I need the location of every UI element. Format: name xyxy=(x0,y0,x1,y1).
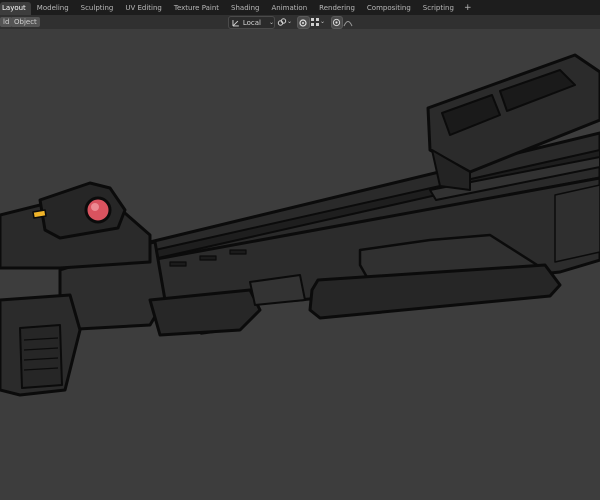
tab-modeling[interactable]: Modeling xyxy=(31,2,75,15)
magnet-icon xyxy=(299,18,307,27)
viewport-header: ld Object Local ⌄ ⌄ ⌄ xyxy=(0,15,600,29)
snap-target-dropdown[interactable]: ⌄ xyxy=(310,16,327,27)
chevron-down-icon: ⌄ xyxy=(320,18,326,25)
tab-layout[interactable]: Layout xyxy=(0,2,31,15)
menu-object[interactable]: Object xyxy=(11,17,40,27)
tab-uv-editing[interactable]: UV Editing xyxy=(119,2,168,15)
rail-slot xyxy=(229,249,247,255)
rifle-scope-front-cap xyxy=(38,181,127,240)
proportional-editing-toggle[interactable] xyxy=(331,16,343,29)
grid-icon xyxy=(311,17,319,26)
rifle-magazine xyxy=(19,324,63,389)
chevron-down-icon: ⌄ xyxy=(268,19,274,26)
tab-animation[interactable]: Animation xyxy=(265,2,313,15)
falloff-dropdown[interactable] xyxy=(343,16,355,27)
scope-lens xyxy=(84,196,112,224)
tab-texture-paint[interactable]: Texture Paint xyxy=(168,2,225,15)
scope-yellow-marker xyxy=(32,209,47,219)
transform-orientation-label: Local xyxy=(242,18,261,27)
workspace-tab-bar: Layout Modeling Sculpting UV Editing Tex… xyxy=(0,0,600,15)
transform-orientation-dropdown[interactable]: Local ⌄ xyxy=(228,16,275,29)
falloff-curve-icon xyxy=(343,20,353,26)
rifle-vent-slats xyxy=(554,184,600,263)
sniper-rifle-model[interactable] xyxy=(0,29,600,500)
rail-slot xyxy=(169,261,187,267)
scope-lens-highlight xyxy=(91,203,99,211)
tab-shading[interactable]: Shading xyxy=(225,2,265,15)
blender-window: Layout Modeling Sculpting UV Editing Tex… xyxy=(0,0,600,500)
chevron-down-icon: ⌄ xyxy=(287,18,293,25)
snap-toggle[interactable] xyxy=(297,16,310,29)
proportional-editing-icon xyxy=(332,18,341,27)
add-workspace-button[interactable]: + xyxy=(460,2,476,15)
orientation-axes-icon xyxy=(232,19,239,26)
link-icon xyxy=(277,17,287,26)
3d-viewport[interactable] xyxy=(0,29,600,500)
tab-rendering[interactable]: Rendering xyxy=(313,2,361,15)
pivot-point-dropdown[interactable]: ⌄ xyxy=(277,16,294,27)
tab-compositing[interactable]: Compositing xyxy=(361,2,417,15)
tab-scripting[interactable]: Scripting xyxy=(417,2,460,15)
rail-slot xyxy=(199,255,217,261)
tab-sculpting[interactable]: Sculpting xyxy=(75,2,120,15)
